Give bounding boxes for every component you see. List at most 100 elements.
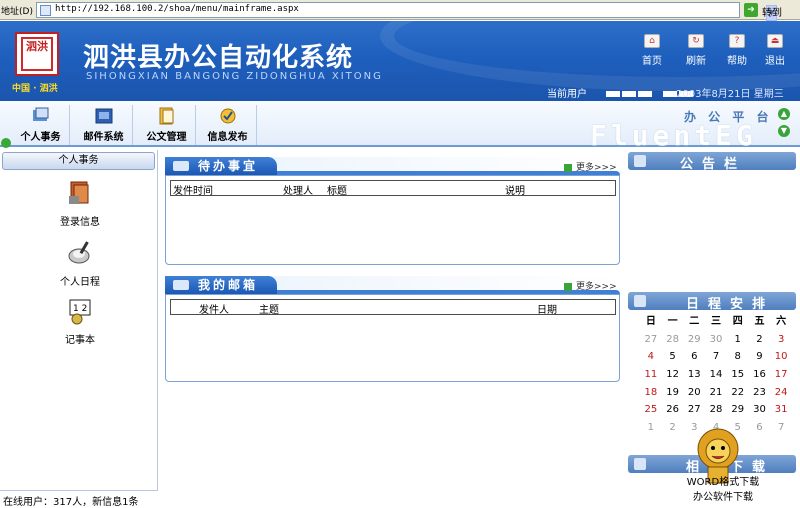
sidebar-item-schedule[interactable]: 个人日程 bbox=[40, 238, 120, 288]
calendar: 日 一 二 三 四 五 六 27 28 29 30 1 2 3 4 5 6 7 8 9 10 11 12 13 1… bbox=[640, 313, 792, 437]
toolbar-info-publish[interactable]: 信息发布 bbox=[199, 105, 257, 145]
calendar-day[interactable]: 22 bbox=[727, 384, 749, 402]
calendar-day[interactable]: 30 bbox=[705, 331, 727, 349]
todo-tab: 待办事宜 bbox=[165, 157, 277, 175]
go-arrow-icon[interactable]: ➜ bbox=[744, 3, 758, 17]
home-button[interactable]: ⌂ 首页 bbox=[634, 34, 670, 67]
calendar-day[interactable]: 23 bbox=[749, 384, 771, 402]
calendar-day[interactable]: 28 bbox=[662, 331, 684, 349]
brand-logo-text: FluentEG bbox=[590, 119, 757, 152]
calendar-day[interactable]: 15 bbox=[727, 366, 749, 384]
calendar-day[interactable]: 17 bbox=[770, 366, 792, 384]
todo-more-link[interactable]: 更多>>> bbox=[564, 160, 617, 173]
col-handler: 处理人 bbox=[283, 186, 313, 197]
calendar-day[interactable]: 2 bbox=[662, 419, 684, 437]
calendar-day[interactable]: 29 bbox=[727, 401, 749, 419]
mail-more-link[interactable]: 更多>>> bbox=[564, 279, 617, 292]
sidebar-item-login-info[interactable]: 登录信息 bbox=[40, 178, 120, 228]
calendar-day[interactable]: 27 bbox=[640, 331, 662, 349]
calendar-day[interactable]: 31 bbox=[770, 401, 792, 419]
calendar-day[interactable]: 4 bbox=[640, 348, 662, 366]
sidebar-item-notebook[interactable]: 1 2 记事本 bbox=[40, 296, 120, 346]
calendar-day[interactable]: 19 bbox=[662, 384, 684, 402]
calendar-day[interactable]: 29 bbox=[683, 331, 705, 349]
calendar-day[interactable]: 10 bbox=[770, 348, 792, 366]
todo-book-icon bbox=[173, 161, 189, 171]
help-button[interactable]: ? 帮助 bbox=[719, 34, 755, 67]
notice-board-header: 公告栏 bbox=[628, 152, 796, 172]
calendar-day[interactable]: 14 bbox=[705, 366, 727, 384]
calendar-day[interactable]: 6 bbox=[683, 348, 705, 366]
calendar-day[interactable]: 1 bbox=[727, 331, 749, 349]
up-arrow-icon[interactable]: ▲ bbox=[778, 108, 790, 120]
logo-subtitle: 中国 · 泗洪 bbox=[12, 84, 58, 94]
current-user: 当前用户 bbox=[547, 85, 694, 100]
calendar-day[interactable]: 7 bbox=[705, 348, 727, 366]
calendar-day[interactable]: 5 bbox=[662, 348, 684, 366]
calendar-week: 25 26 27 28 29 30 31 bbox=[640, 401, 792, 419]
calendar-week: 18 19 20 21 22 23 24 bbox=[640, 384, 792, 402]
system-title: 泗洪县办公自动化系统 bbox=[83, 43, 354, 73]
todo-table-header: 发件时间 处理人 标题 说明 bbox=[170, 180, 616, 197]
mail-table-header: 发件人 主题 日期 bbox=[170, 299, 616, 316]
calendar-day[interactable]: 3 bbox=[770, 331, 792, 349]
more-arrow-icon bbox=[564, 282, 572, 291]
calendar-week: 11 12 13 14 15 16 17 bbox=[640, 366, 792, 384]
toolbar-document-management[interactable]: 公文管理 bbox=[138, 105, 196, 145]
col-title: 标题 bbox=[327, 186, 347, 197]
calendar-icon bbox=[634, 295, 646, 307]
col-date: 日期 bbox=[537, 305, 557, 316]
svg-text:1 2: 1 2 bbox=[73, 304, 87, 314]
calendar-day[interactable]: 2 bbox=[749, 331, 771, 349]
todo-panel: 发件时间 处理人 标题 说明 bbox=[165, 175, 620, 265]
calendar-day[interactable]: 8 bbox=[727, 348, 749, 366]
page-icon bbox=[40, 5, 51, 16]
calendar-day[interactable]: 18 bbox=[640, 384, 662, 402]
expand-icon[interactable] bbox=[1, 138, 11, 148]
calendar-day[interactable]: 26 bbox=[662, 401, 684, 419]
word-download-link[interactable]: WORD格式下载 bbox=[678, 475, 768, 490]
mailbox-icon bbox=[173, 280, 189, 290]
calendar-day[interactable]: 16 bbox=[749, 366, 771, 384]
calendar-weekdays: 日 一 二 三 四 五 六 bbox=[645, 316, 787, 327]
calendar-week: 27 28 29 30 1 2 3 bbox=[640, 331, 792, 349]
col-subject: 主题 bbox=[259, 305, 279, 316]
schedule-icon bbox=[68, 241, 90, 264]
calendar-day[interactable]: 11 bbox=[640, 366, 662, 384]
toolbar-personal-affairs[interactable]: 个人事务 bbox=[12, 105, 70, 145]
down-arrow-icon[interactable]: ▼ bbox=[778, 125, 790, 137]
calendar-day[interactable]: 12 bbox=[662, 366, 684, 384]
current-date: 2003年8月21日 星期三 bbox=[676, 89, 784, 100]
calendar-day[interactable]: 28 bbox=[705, 401, 727, 419]
county-logo: 泗洪 bbox=[15, 32, 59, 76]
header-banner: 泗洪 中国 · 泗洪 泗洪县办公自动化系统 SIHONGXIAN BANGONG… bbox=[0, 21, 800, 101]
office-software-download-link[interactable]: 办公软件下载 bbox=[678, 490, 768, 505]
sidebar-title: 个人事务 bbox=[2, 152, 155, 170]
calendar-day[interactable]: 30 bbox=[749, 401, 771, 419]
calendar-day[interactable]: 25 bbox=[640, 401, 662, 419]
exit-icon: ⏏ bbox=[767, 34, 783, 48]
calendar-days: 27 28 29 30 1 2 3 4 5 6 7 8 9 10 11 12 13 14 15 16 17 18 19 20 2… bbox=[640, 331, 792, 437]
toolbar-mail-system[interactable]: 邮件系统 bbox=[75, 105, 133, 145]
calendar-day[interactable]: 27 bbox=[683, 401, 705, 419]
exit-button[interactable]: ⏏ 退出 bbox=[757, 34, 793, 67]
address-input[interactable]: http://192.168.100.2/shoa/menu/mainframe… bbox=[36, 2, 777, 21]
calendar-day[interactable]: 13 bbox=[683, 366, 705, 384]
address-bar: 地址(D) http://192.168.100.2/shoa/menu/mai… bbox=[0, 0, 800, 21]
col-description: 说明 bbox=[505, 186, 525, 197]
home-icon: ⌂ bbox=[644, 34, 660, 48]
login-info-icon bbox=[69, 181, 89, 204]
calendar-day[interactable]: 24 bbox=[770, 384, 792, 402]
calendar-day[interactable]: 6 bbox=[749, 419, 771, 437]
calendar-day[interactable]: 21 bbox=[705, 384, 727, 402]
go-button[interactable]: 转到 bbox=[762, 4, 782, 19]
mail-panel-header: 我的邮箱 更多>>> bbox=[165, 276, 620, 294]
calendar-day[interactable]: 20 bbox=[683, 384, 705, 402]
help-icon: ? bbox=[729, 34, 745, 48]
more-arrow-icon bbox=[564, 163, 572, 172]
calendar-day[interactable]: 1 bbox=[640, 419, 662, 437]
refresh-button[interactable]: ↻ 刷新 bbox=[678, 34, 714, 67]
calendar-day[interactable]: 9 bbox=[749, 348, 771, 366]
calendar-day[interactable]: 7 bbox=[770, 419, 792, 437]
calendar-week: 4 5 6 7 8 9 10 bbox=[640, 348, 792, 366]
